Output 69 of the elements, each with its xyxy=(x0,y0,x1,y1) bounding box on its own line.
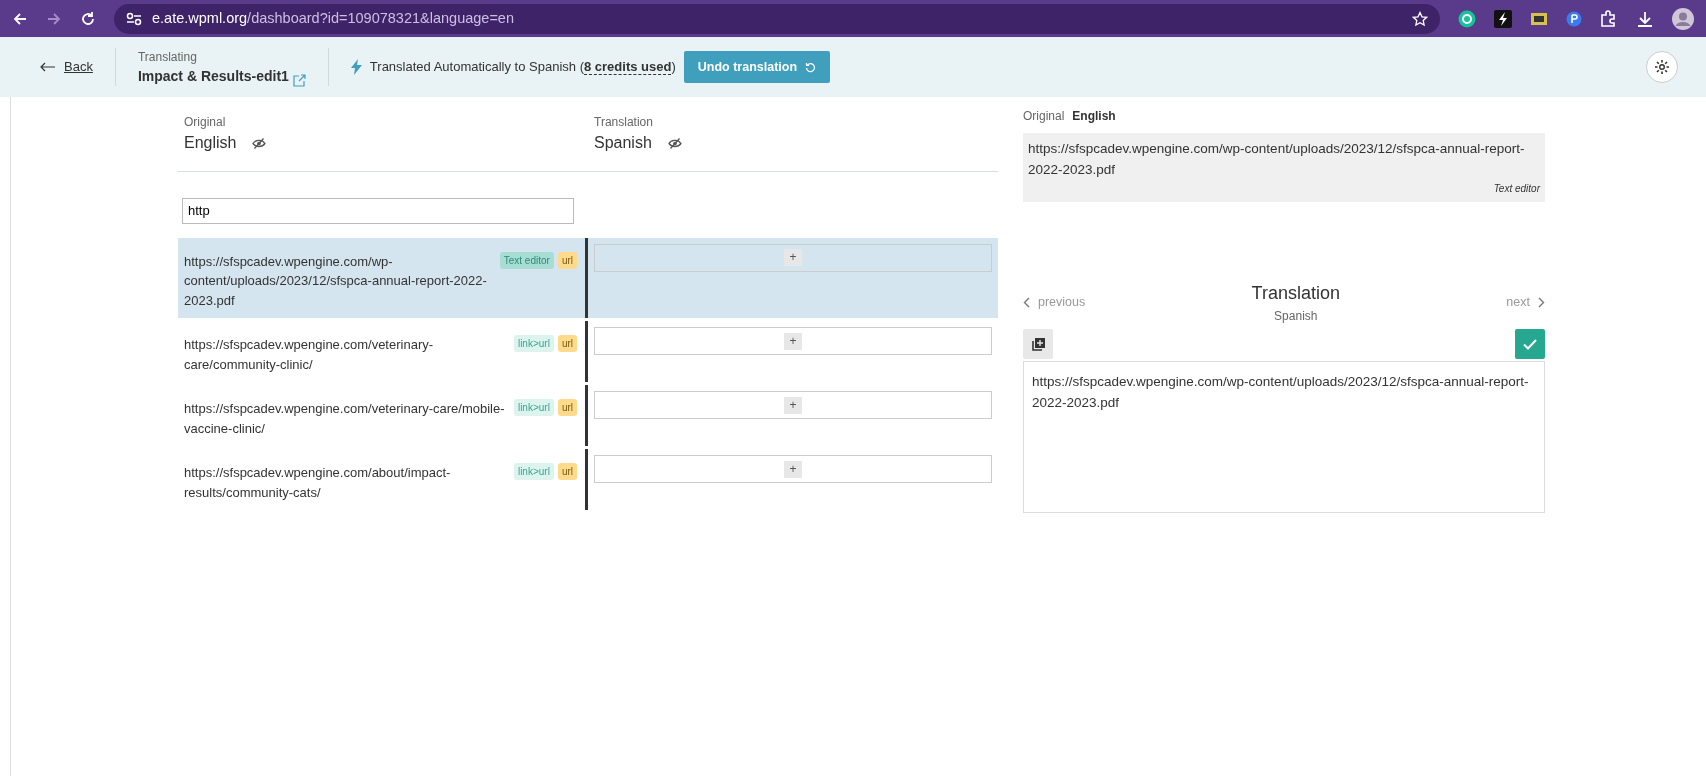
back-link[interactable]: Back xyxy=(40,57,93,77)
status-text: Translated Automatically to Spanish (8 credits used) xyxy=(369,58,676,77)
undo-icon xyxy=(805,61,817,73)
segment-tag: Text editor xyxy=(499,251,554,269)
add-translation-button[interactable]: + xyxy=(784,332,802,350)
original-caption: Original xyxy=(1023,108,1065,125)
download-icon[interactable] xyxy=(1636,9,1654,28)
filter-field[interactable]: http xyxy=(182,198,574,224)
source-segment[interactable]: https://sfspcadev.wpengine.com/wp-content/uploads/2023/12/sfspca-annual-report-2022-2023.pdf Text editor url xyxy=(178,237,588,318)
address-bar[interactable]: e.ate.wpml.org/dashboard?id=109078321&language=en xyxy=(114,3,1440,34)
settings-button[interactable] xyxy=(1646,51,1678,83)
chevron-left-icon xyxy=(1023,297,1030,309)
translation-segment-field[interactable]: + xyxy=(594,327,992,355)
copy-original-button[interactable] xyxy=(1023,329,1053,360)
segment-tag: link>url xyxy=(513,463,554,480)
segment-tag: url xyxy=(557,335,577,352)
segment-tag: link>url xyxy=(513,335,554,352)
segment-text: https://sfspcadev.wpengine.com/about/impact-results/community-cats/ xyxy=(184,464,452,502)
extension-icon[interactable] xyxy=(1458,9,1476,28)
eye-slash-icon[interactable] xyxy=(667,136,682,150)
segment-text: https://sfspcadev.wpengine.com/veterinary-care/mobile-vaccine-clinic/ xyxy=(184,400,506,438)
external-link-icon[interactable] xyxy=(292,73,306,87)
context-label: Text editor xyxy=(1492,181,1540,196)
translation-title: Translation xyxy=(1251,282,1340,306)
star-icon[interactable] xyxy=(1412,10,1428,27)
extension-icon[interactable] xyxy=(1566,10,1582,27)
source-segment[interactable]: https://sfspcadev.wpengine.com/about/impact-results/community-cats/ link>url url xyxy=(178,449,588,510)
source-segment[interactable]: https://sfspcadev.wpengine.com/veterinary-care/community-clinic/ link>url url xyxy=(178,321,588,382)
source-segment[interactable]: https://sfspcadev.wpengine.com/veterinary-care/mobile-vaccine-clinic/ link>url url xyxy=(178,385,588,446)
translation-segment-field[interactable]: + xyxy=(594,243,992,272)
segment-tag: url xyxy=(557,463,577,480)
arrow-left-icon xyxy=(40,62,56,72)
extension-icon[interactable] xyxy=(1494,9,1512,28)
check-icon xyxy=(1523,338,1537,350)
lightning-icon xyxy=(350,59,362,75)
extension-icon[interactable] xyxy=(1530,10,1548,27)
puzzle-icon[interactable] xyxy=(1600,9,1618,28)
original-language: English xyxy=(1072,108,1116,125)
avatar-icon[interactable] xyxy=(1672,7,1694,30)
translating-label: Translating xyxy=(137,48,198,66)
copy-icon xyxy=(1031,337,1045,351)
document-title: Impact & Results-edit1 xyxy=(137,66,289,86)
add-translation-button[interactable]: + xyxy=(784,460,802,478)
segment-text: https://sfspcadev.wpengine.com/veterinary-care/community-clinic/ xyxy=(184,336,435,374)
target-language: Spanish xyxy=(594,133,652,153)
undo-translation-button[interactable]: Undo translation xyxy=(683,50,831,84)
segment-tag: url xyxy=(557,399,577,416)
back-icon[interactable] xyxy=(12,10,28,27)
add-translation-button[interactable]: + xyxy=(784,249,802,266)
confirm-button[interactable] xyxy=(1515,329,1545,360)
chevron-right-icon xyxy=(1538,297,1545,309)
original-caption: Original xyxy=(184,114,227,131)
translation-language: Spanish xyxy=(1273,308,1319,326)
translation-segment-field[interactable]: + xyxy=(594,391,992,419)
eye-slash-icon[interactable] xyxy=(252,136,267,150)
translation-field[interactable]: https://sfspcadev.wpengine.com/wp-content/uploads/2023/12/sfspca-annual-report-2022-2023.pdf xyxy=(1023,361,1545,514)
site-settings-icon[interactable] xyxy=(126,11,142,26)
settings-icon xyxy=(1654,59,1670,75)
forward-icon[interactable] xyxy=(46,10,62,27)
reload-icon[interactable] xyxy=(80,10,96,27)
translation-segment-field[interactable]: + xyxy=(594,455,992,483)
add-translation-button[interactable]: + xyxy=(784,396,802,414)
segment-text: https://sfspcadev.wpengine.com/wp-content/uploads/2023/12/sfspca-annual-report-2022-2023.pdf xyxy=(184,252,488,310)
segment-tag: url xyxy=(557,251,577,269)
source-language: English xyxy=(184,133,237,153)
segment-tag: link>url xyxy=(513,399,554,416)
translation-caption: Translation xyxy=(594,114,654,131)
url-text: e.ate.wpml.org/dashboard?id=109078321&language=en xyxy=(152,8,514,28)
original-text: https://sfspcadev.wpengine.com/wp-content/uploads/2023/12/sfspca-annual-report-2022-2023.pdf xyxy=(1028,140,1526,179)
